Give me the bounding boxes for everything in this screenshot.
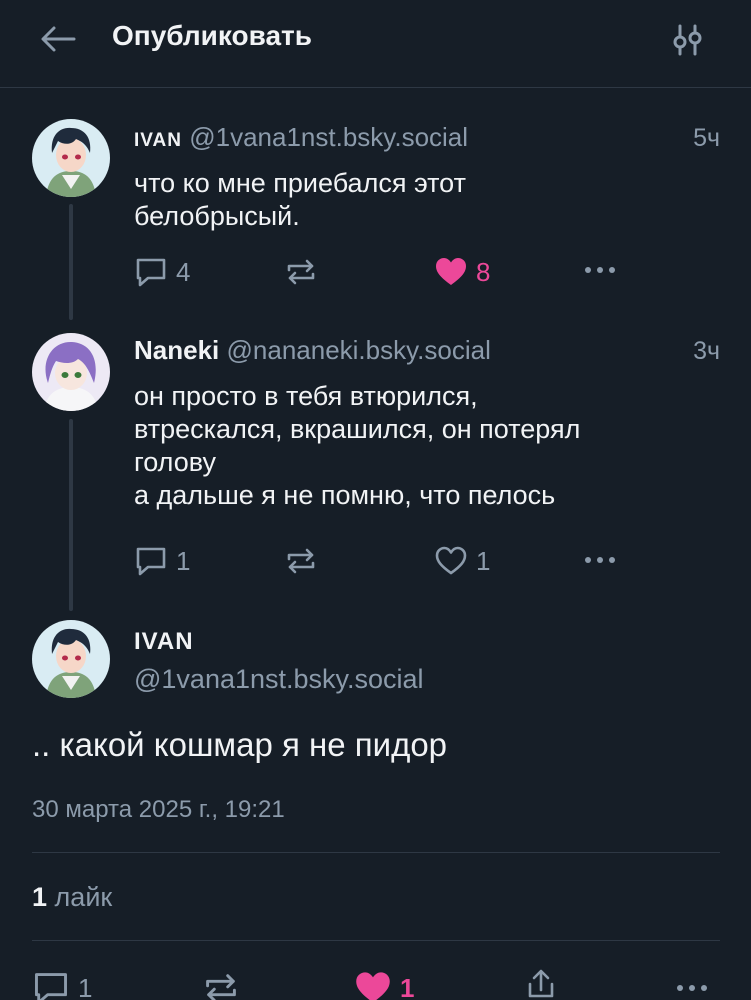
more-options-button[interactable] [582,258,618,282]
comment-icon [35,973,67,1000]
like-count: 8 [476,256,491,287]
arrow-left-icon [41,26,76,52]
post-text: он просто в тебя втюрился, втрескался, в… [134,380,714,512]
reply-button[interactable]: 1 [32,970,92,1000]
more-options-button[interactable] [674,976,710,1000]
repost-button[interactable] [202,970,240,1000]
thread-connector [69,204,73,320]
share-icon [528,969,554,998]
post-text-line: а дальше я не помню, что пелось [134,480,556,510]
repost-icon [287,259,315,285]
post-author[interactable]: IVAN @1vana1nst.bsky.social [134,122,468,153]
heart-filled-icon [436,258,466,285]
ellipsis-icon [585,557,615,563]
reply-button[interactable]: 4 [134,256,190,288]
repost-button[interactable] [284,545,318,577]
repost-icon [206,974,236,1000]
divider [32,852,720,853]
thread-settings-button[interactable] [670,22,706,58]
like-count: 1 [400,972,415,1000]
like-button[interactable]: 1 [354,970,414,1000]
author-name[interactable]: IVAN [134,130,182,151]
more-options-button[interactable] [582,548,618,572]
reply-count: 1 [176,545,191,576]
heart-outline-icon [435,546,467,575]
top-bar: Опубликовать [0,0,751,88]
heart-filled-icon [356,972,390,1000]
like-total: 1 [32,882,48,912]
post-text-line: он просто в тебя втюрился, [134,381,478,411]
sliders-icon [673,24,702,56]
reply-count: 4 [176,256,191,287]
post-time[interactable]: 3ч [660,337,720,366]
reply-count: 1 [78,972,93,1000]
author-handle[interactable]: @1vana1nst.bsky.social [189,122,468,152]
comment-icon [136,258,166,287]
post-text-line: втрескался, вкрашился, он потерял [134,414,581,444]
like-button[interactable]: 8 [434,256,490,288]
post-time[interactable]: 5ч [660,124,720,153]
avatar[interactable] [32,119,110,197]
author-name[interactable]: Naneki [134,335,219,365]
post-text-line: что ко мне приебался этот [134,168,466,198]
ellipsis-icon [585,267,615,273]
author-handle[interactable]: @nananeki.bsky.social [227,335,491,365]
author-handle[interactable]: @1vana1nst.bsky.social [134,664,424,695]
repost-button[interactable] [284,256,318,288]
page-title: Опубликовать [112,20,312,51]
thread-connector [69,419,73,611]
post-author[interactable]: Naneki @nananeki.bsky.social [134,335,491,366]
post-text: что ко мне приебался этот белобрысый. [134,167,714,233]
avatar[interactable] [32,333,110,411]
divider [32,940,720,941]
comment-icon [136,547,166,576]
post-date: 30 марта 2025 г., 19:21 [32,796,285,823]
avatar[interactable] [32,620,110,698]
like-label: лайк [54,882,113,912]
like-button[interactable]: 1 [434,545,490,577]
share-button[interactable] [524,968,558,1000]
post-text-line: голову [134,447,217,477]
author-name[interactable]: IVAN [134,628,194,656]
likes-summary[interactable]: 1 лайк [32,882,112,913]
back-button[interactable] [38,24,78,54]
repost-icon [287,548,315,574]
ellipsis-icon [677,985,707,991]
main-post-text: .. какой кошмар я не пидор [32,726,448,763]
like-count: 1 [476,545,491,576]
reply-button[interactable]: 1 [134,545,190,577]
post-text-line: белобрысый. [134,201,300,231]
